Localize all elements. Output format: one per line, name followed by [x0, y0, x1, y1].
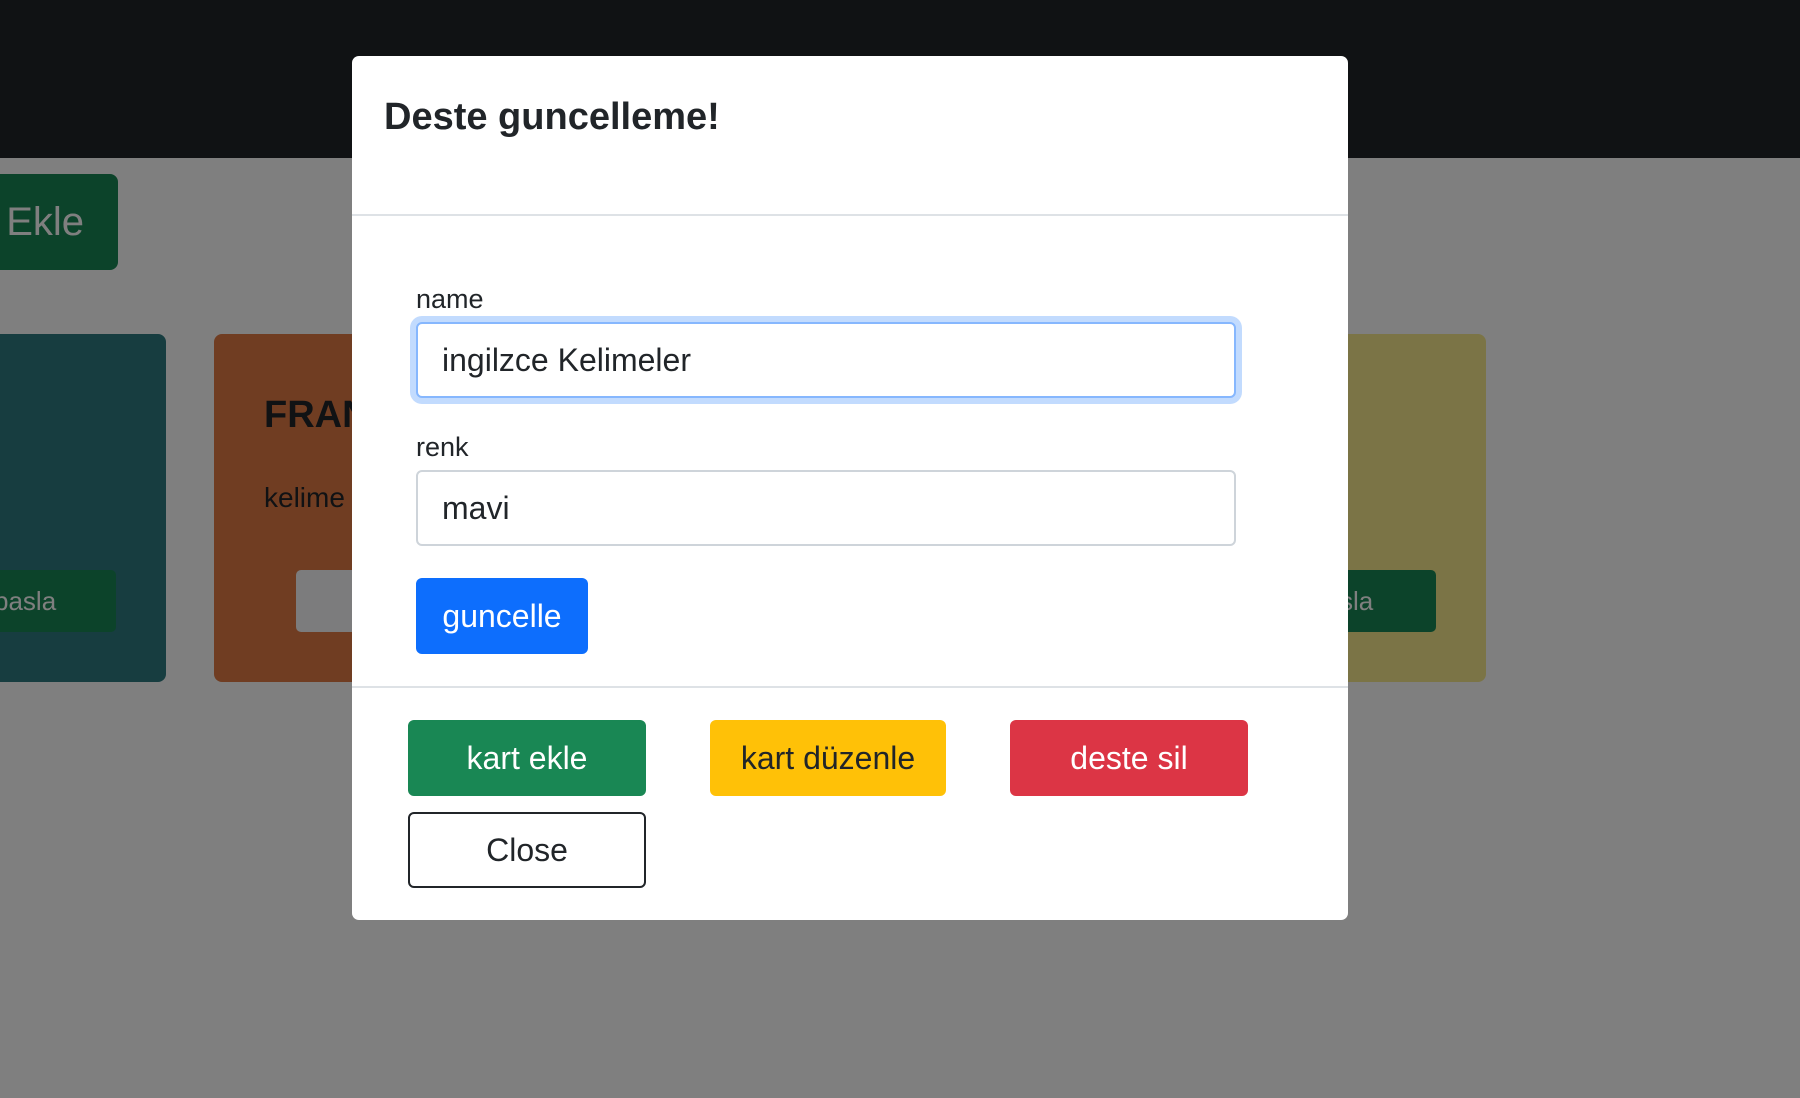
modal-header: Deste guncelleme!	[352, 56, 1348, 216]
renk-input[interactable]	[416, 470, 1236, 546]
name-input[interactable]	[416, 322, 1236, 398]
update-deck-modal: Deste guncelleme! name renk guncelle kar…	[352, 56, 1348, 920]
modal-title: Deste guncelleme!	[384, 96, 720, 138]
add-card-button[interactable]: kart ekle	[408, 720, 646, 796]
renk-field-label: renk	[416, 432, 469, 462]
name-field-label: name	[416, 284, 484, 314]
edit-card-button[interactable]: kart düzenle	[710, 720, 946, 796]
modal-footer-divider	[352, 686, 1348, 688]
close-button[interactable]: Close	[408, 812, 646, 888]
delete-deck-button[interactable]: deste sil	[1010, 720, 1248, 796]
update-button[interactable]: guncelle	[416, 578, 588, 654]
page: Ekle pasla FRAN kelime sla Deste guncell…	[0, 0, 1800, 1098]
